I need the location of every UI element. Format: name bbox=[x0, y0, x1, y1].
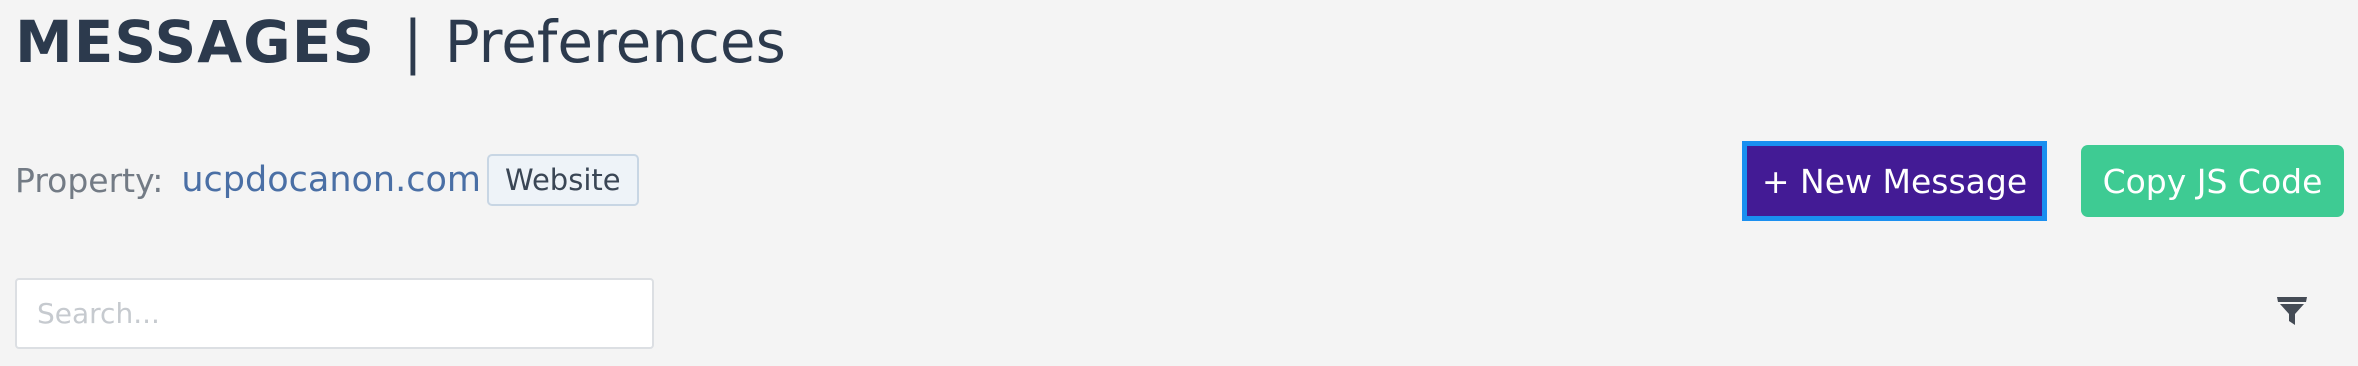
page-title: MESSAGES | Preferences bbox=[15, 8, 786, 76]
property-row: Property: ucpdocanon.com Website bbox=[15, 152, 639, 208]
search-input[interactable] bbox=[15, 278, 654, 349]
messages-preferences-page: MESSAGES | Preferences Property: ucpdoca… bbox=[0, 0, 2358, 366]
copy-js-code-button[interactable]: Copy JS Code bbox=[2081, 145, 2344, 217]
new-message-button[interactable]: + New Message bbox=[1742, 141, 2047, 221]
search-container bbox=[15, 278, 654, 349]
page-title-main: MESSAGES bbox=[15, 8, 376, 76]
property-label: Property: bbox=[15, 160, 164, 200]
filter-icon[interactable] bbox=[2276, 296, 2308, 326]
page-title-subtitle: Preferences bbox=[444, 8, 786, 76]
page-title-separator: | bbox=[403, 8, 423, 76]
property-value-link[interactable]: ucpdocanon.com bbox=[181, 160, 481, 200]
property-type-badge: Website bbox=[486, 154, 639, 206]
